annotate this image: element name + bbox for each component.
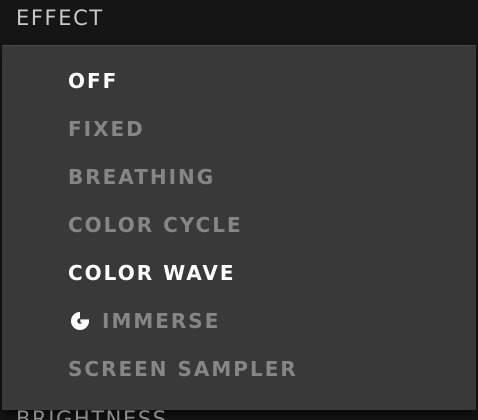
effect-option-label: COLOR WAVE: [68, 261, 236, 285]
effect-option-label: COLOR CYCLE: [68, 213, 243, 237]
effect-dropdown-menu: OFF FIXED BREATHING COLOR CYCLE COLOR WA…: [2, 45, 476, 410]
effect-option-label: OFF: [68, 69, 119, 93]
effect-option-screen-sampler[interactable]: SCREEN SAMPLER: [68, 352, 298, 386]
effect-option-color-cycle[interactable]: COLOR CYCLE: [68, 208, 243, 242]
effect-option-label: IMMERSE: [102, 309, 221, 333]
effect-option-color-wave[interactable]: COLOR WAVE: [68, 256, 236, 290]
effect-settings-screen: EFFECT OFF FIXED BREATHING COLOR CYCLE C…: [0, 0, 478, 420]
effect-section-title: EFFECT: [16, 6, 104, 30]
effect-option-immerse[interactable]: IMMERSE: [68, 304, 220, 338]
brightness-section-title: BRIGHTNESS: [16, 407, 168, 420]
effect-option-label: BREATHING: [68, 165, 216, 189]
effect-option-fixed[interactable]: FIXED: [68, 112, 145, 146]
effect-option-off[interactable]: OFF: [68, 64, 118, 98]
effect-option-breathing[interactable]: BREATHING: [68, 160, 215, 194]
logitech-g-icon: [68, 309, 92, 333]
effect-option-label: SCREEN SAMPLER: [68, 357, 298, 381]
effect-option-label: FIXED: [68, 117, 145, 141]
